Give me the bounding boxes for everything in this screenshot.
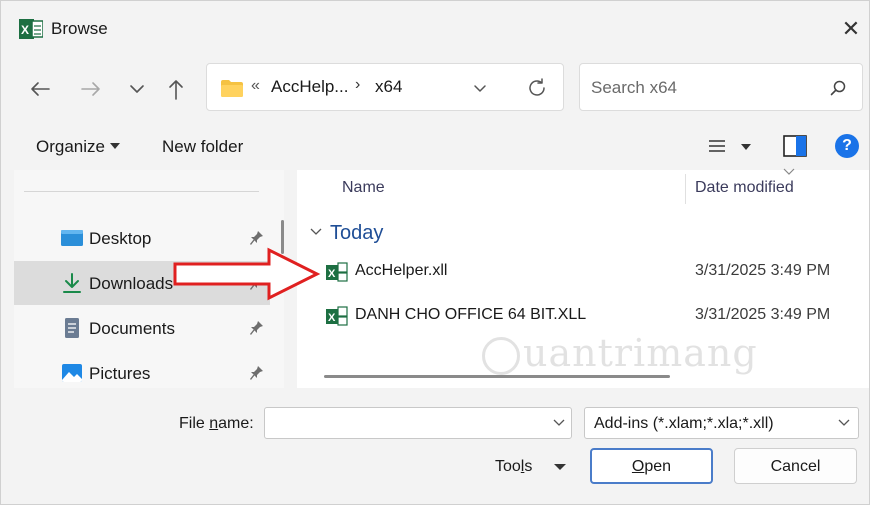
cancel-button[interactable]: Cancel	[734, 448, 857, 484]
view-list-icon[interactable]	[707, 136, 727, 156]
address-overflow[interactable]: «	[251, 77, 260, 95]
group-collapse-chevron-icon[interactable]	[310, 228, 322, 236]
file-row[interactable]: X DANH CHO OFFICE 64 BIT.XLL 3/31/2025 3…	[297, 296, 869, 336]
open-button[interactable]: Open	[590, 448, 713, 484]
view-caret-down-icon[interactable]	[741, 143, 751, 151]
search-box[interactable]: Search x64	[579, 63, 863, 111]
excel-addin-file-icon: X	[326, 306, 348, 326]
sort-chevron-icon	[783, 168, 795, 175]
address-dropdown-chevron-icon[interactable]	[470, 78, 490, 98]
svg-text:X: X	[328, 312, 336, 324]
file-row[interactable]: X AccHelper.xll 3/31/2025 3:49 PM	[297, 252, 869, 292]
file-date: 3/31/2025 3:49 PM	[695, 262, 831, 279]
column-separator[interactable]	[685, 174, 686, 204]
documents-icon	[65, 318, 79, 338]
new-folder-button[interactable]: New folder	[162, 137, 243, 157]
column-header-date-modified[interactable]: Date modified	[695, 179, 794, 197]
nav-divider	[24, 191, 259, 192]
forward-arrow-icon[interactable]	[76, 74, 106, 104]
file-list-horizontal-scrollbar[interactable]	[324, 375, 670, 378]
command-bar: Organize New folder ?	[1, 123, 869, 169]
tools-caret-down-icon[interactable]	[554, 463, 566, 471]
svg-text:X: X	[21, 23, 29, 37]
sidebar-item-label: Downloads	[89, 274, 174, 293]
preview-pane-icon[interactable]	[783, 135, 807, 157]
column-header-name[interactable]: Name	[342, 179, 385, 197]
desktop-icon	[61, 230, 83, 246]
caret-down-icon[interactable]	[110, 142, 120, 150]
watermark-logo-icon	[482, 337, 520, 375]
up-arrow-icon[interactable]	[161, 74, 191, 104]
excel-addin-file-icon: X	[326, 262, 348, 282]
breadcrumb-x64[interactable]: x64	[375, 77, 402, 97]
watermark-text: uantrimang	[523, 331, 758, 375]
red-annotation-arrow-icon	[173, 247, 321, 301]
refresh-icon[interactable]	[525, 76, 549, 100]
file-name: DANH CHO OFFICE 64 BIT.XLL	[355, 306, 587, 323]
sidebar-item-pictures[interactable]: Pictures	[14, 351, 270, 395]
window-title: Browse	[51, 19, 108, 38]
sidebar-item-label: Pictures	[89, 364, 151, 383]
back-arrow-icon[interactable]	[25, 74, 55, 104]
search-icon[interactable]	[828, 78, 848, 98]
excel-app-icon: X	[19, 19, 43, 39]
close-button[interactable]: ✕	[833, 11, 869, 47]
organize-button[interactable]: Organize	[36, 137, 105, 157]
tools-button[interactable]: Tools	[495, 458, 532, 476]
search-placeholder[interactable]: Search x64	[591, 78, 677, 98]
group-header-today[interactable]: Today	[330, 222, 383, 245]
file-date: 3/31/2025 3:49 PM	[695, 306, 831, 323]
breadcrumb-acchelper[interactable]: AccHelp...	[271, 77, 348, 97]
svg-text:X: X	[328, 268, 336, 280]
file-type-filter-select[interactable]: Add-ins (*.xlam;*.xla;*.xll)	[584, 407, 859, 439]
sidebar-item-documents[interactable]: Documents	[14, 306, 270, 350]
help-icon[interactable]: ?	[835, 134, 859, 158]
file-name-dropdown-chevron-icon[interactable]	[553, 418, 565, 428]
download-icon	[63, 273, 81, 293]
recent-locations-chevron-icon[interactable]	[122, 74, 152, 104]
sidebar-item-label: Desktop	[89, 229, 152, 248]
file-type-filter-value[interactable]: Add-ins (*.xlam;*.xla;*.xll)	[594, 415, 774, 433]
file-name-label: File name:	[179, 415, 254, 432]
file-name: AccHelper.xll	[355, 262, 448, 279]
breadcrumb-separator[interactable]: ›	[355, 76, 360, 94]
address-bar[interactable]: « AccHelp... › x64	[206, 63, 564, 111]
filter-dropdown-chevron-icon[interactable]	[838, 418, 850, 428]
folder-icon	[221, 80, 243, 97]
title-bar: X Browse ✕	[1, 1, 869, 55]
browse-dialog: X Browse ✕ « AccHelp... › x64 Search x64…	[0, 0, 870, 505]
file-name-input[interactable]	[264, 407, 572, 439]
pin-icon[interactable]	[250, 365, 264, 381]
pictures-icon	[62, 364, 82, 382]
sidebar-item-label: Documents	[89, 319, 175, 338]
pin-icon[interactable]	[250, 320, 264, 336]
